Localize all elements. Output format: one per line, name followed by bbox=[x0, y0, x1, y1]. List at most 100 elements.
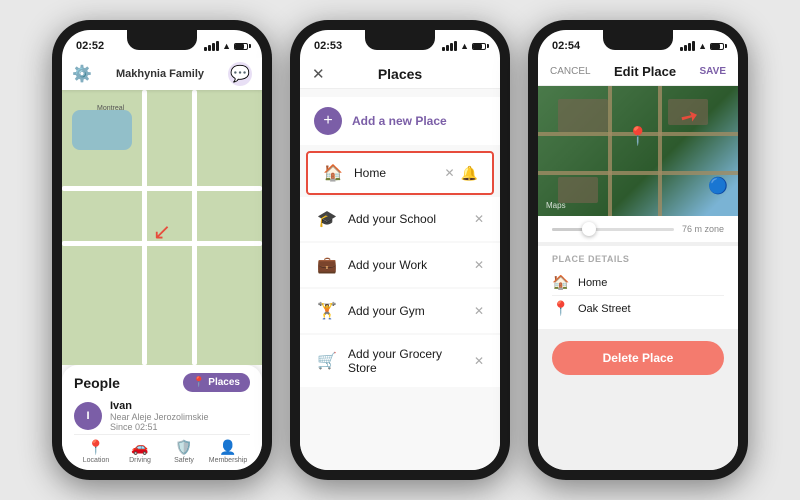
place-details: Place details 🏠 Home 📍 Oak Street bbox=[538, 246, 738, 329]
bottom-panel: People 📍 Places I Ivan Near Aleje Jerozo… bbox=[62, 365, 262, 470]
sat-building-1 bbox=[558, 99, 608, 132]
gym-remove-button[interactable]: ✕ bbox=[474, 304, 484, 318]
person-name: Ivan bbox=[110, 400, 250, 412]
signal-1 bbox=[204, 41, 219, 51]
time-3: 02:54 bbox=[552, 40, 580, 52]
school-actions: ✕ bbox=[474, 212, 484, 226]
work-actions: ✕ bbox=[474, 258, 484, 272]
status-icons-1: ▲ bbox=[204, 41, 248, 51]
tab-membership-label: Membership bbox=[209, 457, 248, 464]
place-address-row: 📍 Oak Street bbox=[552, 296, 724, 321]
person-since: Since 02:51 bbox=[110, 422, 250, 432]
signal-3 bbox=[680, 41, 695, 51]
road-h1 bbox=[62, 186, 262, 191]
status-icons-3: ▲ bbox=[680, 41, 724, 51]
time-2: 02:53 bbox=[314, 40, 342, 52]
chat-icon[interactable]: 💬 bbox=[228, 62, 252, 86]
home-icon: 🏠 bbox=[322, 163, 344, 183]
notch-1 bbox=[127, 30, 197, 50]
family-name: Makhynia Family bbox=[116, 68, 204, 80]
road-v2 bbox=[192, 90, 197, 365]
person-info: Ivan Near Aleje Jerozolimskie Since 02:5… bbox=[110, 400, 250, 432]
add-circle-icon: + bbox=[314, 107, 342, 135]
sat-road-h2 bbox=[538, 171, 738, 175]
delete-place-button[interactable]: Delete Place bbox=[552, 341, 724, 375]
membership-tab-icon: 👤 bbox=[219, 439, 236, 456]
places-label: Places bbox=[208, 377, 240, 388]
phone-3: 02:54 ▲ CANCEL Edit Place SAVE bbox=[528, 20, 748, 480]
grocery-icon: 🛒 bbox=[316, 351, 338, 371]
location-pin: 📍 bbox=[627, 126, 649, 147]
cancel-button[interactable]: CANCEL bbox=[550, 66, 591, 77]
school-label: Add your School bbox=[348, 212, 464, 226]
add-new-label: Add a new Place bbox=[352, 114, 447, 128]
add-new-place-button[interactable]: + Add a new Place bbox=[300, 97, 500, 145]
tab-bar: 📍 Location 🚗 Driving 🛡️ Safety 👤 Members… bbox=[74, 434, 250, 466]
home-detail-icon: 🏠 bbox=[552, 274, 570, 291]
wifi-icon-1: ▲ bbox=[222, 41, 231, 51]
places-screen: ✕ Places + Add a new Place 🏠 Home ✕ 🔔 bbox=[300, 58, 500, 470]
tab-membership[interactable]: 👤 Membership bbox=[206, 439, 250, 464]
notch-3 bbox=[603, 30, 673, 50]
map-water bbox=[72, 110, 132, 150]
save-button[interactable]: SAVE bbox=[700, 66, 727, 77]
place-item-work[interactable]: 💼 Add your Work ✕ bbox=[300, 243, 500, 287]
gym-label: Add your Gym bbox=[348, 304, 464, 318]
grocery-remove-button[interactable]: ✕ bbox=[474, 354, 484, 368]
grocery-actions: ✕ bbox=[474, 354, 484, 368]
places-icon: 📍 bbox=[193, 377, 205, 388]
edit-screen: CANCEL Edit Place SAVE 📍 ➚ Maps bbox=[538, 58, 738, 470]
sat-road-v1 bbox=[608, 86, 612, 216]
phone-1: 02:52 ▲ ⚙️ Makhynia Family 💬 bbox=[52, 20, 272, 480]
radius-icon: 🔵 bbox=[708, 176, 728, 196]
settings-icon[interactable]: ⚙️ bbox=[72, 64, 92, 84]
satellite-map: 📍 ➚ Maps 🔵 bbox=[538, 86, 738, 216]
maps-label: Maps bbox=[546, 201, 566, 210]
place-name-row: 🏠 Home bbox=[552, 270, 724, 296]
gym-actions: ✕ bbox=[474, 304, 484, 318]
work-remove-button[interactable]: ✕ bbox=[474, 258, 484, 272]
edit-title: Edit Place bbox=[614, 64, 676, 79]
tab-driving[interactable]: 🚗 Driving bbox=[118, 439, 162, 464]
home-label: Home bbox=[354, 166, 435, 180]
notch-2 bbox=[365, 30, 435, 50]
place-item-school[interactable]: 🎓 Add your School ✕ bbox=[300, 197, 500, 241]
home-actions: ✕ 🔔 bbox=[445, 165, 479, 182]
status-icons-2: ▲ bbox=[442, 41, 486, 51]
places-close-button[interactable]: ✕ bbox=[312, 65, 325, 83]
pin-detail-icon: 📍 bbox=[552, 300, 570, 317]
places-header: ✕ Places bbox=[300, 58, 500, 89]
place-item-grocery[interactable]: 🛒 Add your Grocery Store ✕ bbox=[300, 335, 500, 387]
slider-track[interactable] bbox=[552, 228, 674, 231]
tab-location[interactable]: 📍 Location bbox=[74, 439, 118, 464]
phone-2: 02:53 ▲ ✕ Places + A bbox=[290, 20, 510, 480]
people-header: People 📍 Places bbox=[74, 373, 250, 392]
sat-road-v2 bbox=[658, 86, 662, 216]
work-icon: 💼 bbox=[316, 255, 338, 275]
avatar: I bbox=[74, 402, 102, 430]
avatar-initial: I bbox=[86, 410, 89, 422]
sat-building-3 bbox=[558, 177, 598, 203]
person-location: Near Aleje Jerozolimskie bbox=[110, 412, 250, 422]
home-remove-button[interactable]: ✕ bbox=[445, 166, 455, 180]
home-bell-icon[interactable]: 🔔 bbox=[461, 165, 478, 182]
wifi-icon-3: ▲ bbox=[698, 41, 707, 51]
school-remove-button[interactable]: ✕ bbox=[474, 212, 484, 226]
zone-slider: 76 m zone bbox=[538, 216, 738, 242]
work-label: Add your Work bbox=[348, 258, 464, 272]
tab-safety[interactable]: 🛡️ Safety bbox=[162, 439, 206, 464]
place-address-text: Oak Street bbox=[578, 303, 631, 315]
places-button[interactable]: 📍 Places bbox=[183, 373, 250, 392]
places-list: + Add a new Place 🏠 Home ✕ 🔔 🎓 Add your … bbox=[300, 89, 500, 470]
map-screen: ⚙️ Makhynia Family 💬 Montreal ↙ People 📍 bbox=[62, 58, 262, 470]
battery-1 bbox=[234, 43, 248, 50]
map-area: Montreal ↙ bbox=[62, 90, 262, 365]
places-title: Places bbox=[378, 66, 422, 82]
time-1: 02:52 bbox=[76, 40, 104, 52]
tab-location-label: Location bbox=[83, 457, 109, 464]
school-icon: 🎓 bbox=[316, 209, 338, 229]
slider-thumb[interactable] bbox=[582, 222, 596, 236]
place-item-home[interactable]: 🏠 Home ✕ 🔔 bbox=[306, 151, 494, 195]
wifi-icon-2: ▲ bbox=[460, 41, 469, 51]
place-item-gym[interactable]: 🏋️ Add your Gym ✕ bbox=[300, 289, 500, 333]
